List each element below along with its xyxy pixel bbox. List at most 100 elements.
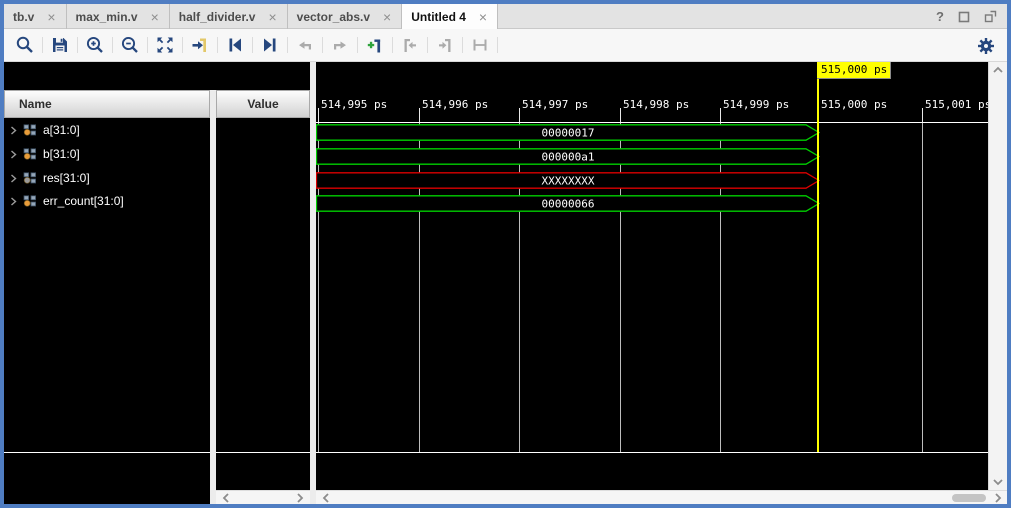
signal-value-panel: 00000017000000a1XXXXXXXX00000067 <box>216 62 310 504</box>
wave-bus-res[interactable]: XXXXXXXX <box>316 172 820 189</box>
previous-marker-icon <box>400 35 420 55</box>
signal-name-label: b[31:0] <box>43 147 80 161</box>
value-column-label: Value <box>247 97 278 111</box>
toolbar-save-wave-config-button[interactable] <box>43 32 76 58</box>
tick-mark <box>519 108 520 122</box>
gridline <box>922 122 923 452</box>
waveform-canvas[interactable]: 515,000 ps 514,995 ps 514,996 ps 514,997 p… <box>316 62 988 490</box>
tab-label: tb.v <box>13 10 34 24</box>
save-wave-config-icon <box>50 35 70 55</box>
tick-label: 514,996 ps <box>422 98 488 111</box>
tab-label: half_divider.v <box>179 10 256 24</box>
tab-half-divider-v[interactable]: half_divider.v × <box>170 4 288 29</box>
expand-chevron-icon[interactable] <box>10 174 17 183</box>
toolbar-swap-cursor-button[interactable] <box>288 32 321 58</box>
window-controls: ? <box>936 4 997 29</box>
wave-horizontal-scrollbar[interactable] <box>316 490 988 504</box>
wave-bus-a[interactable]: 00000017 <box>316 124 820 141</box>
signal-name-label: a[31:0] <box>43 123 80 137</box>
wave-scroll-thumb[interactable] <box>952 494 986 502</box>
tab-label: Untitled 4 <box>411 10 466 24</box>
toolbar-previous-marker-button[interactable] <box>393 32 426 58</box>
toolbar-add-marker-button[interactable] <box>358 32 391 58</box>
value-column-header[interactable]: Value <box>216 90 310 118</box>
name-column-label: Name <box>19 97 52 111</box>
expand-chevron-icon[interactable] <box>10 150 17 159</box>
go-to-cursor-icon <box>190 35 210 55</box>
wave-bus-b[interactable]: 000000a1 <box>316 148 820 165</box>
tab-label: vector_abs.v <box>297 10 370 24</box>
signal-name-label: res[31:0] <box>43 171 90 185</box>
tab-max-min-v[interactable]: max_min.v× <box>67 4 170 29</box>
toolbar-find-button[interactable] <box>8 32 41 58</box>
toolbar-zoom-in-button[interactable] <box>78 32 111 58</box>
wave-scroll-left-icon[interactable] <box>322 493 330 503</box>
tick-label: 515,000 ps <box>821 98 887 111</box>
toolbar-icons <box>8 29 498 61</box>
tick-label: 514,995 ps <box>321 98 387 111</box>
next-transition-icon <box>260 35 280 55</box>
value-horizontal-scrollbar[interactable] <box>216 490 310 504</box>
help-icon[interactable]: ? <box>936 9 944 24</box>
tab-close-icon[interactable]: × <box>151 10 159 24</box>
add-marker-icon <box>365 35 385 55</box>
scroll-up-icon[interactable] <box>993 66 1003 74</box>
wave-scroll-right[interactable] <box>988 490 1007 504</box>
tick-mark <box>720 108 721 122</box>
tab-close-icon[interactable]: × <box>47 10 55 24</box>
zoom-fit-icon <box>155 35 175 55</box>
swap-markers-icon <box>470 35 490 55</box>
tick-label: 514,999 ps <box>723 98 789 111</box>
float-icon[interactable] <box>984 10 997 23</box>
tab-untitled-4[interactable]: Untitled 4 × <box>402 4 498 29</box>
signal-row-err_count[interactable]: err_count[31:0] <box>4 189 210 213</box>
svg-text:XXXXXXXX: XXXXXXXX <box>542 174 595 187</box>
toolbar-next-transition-button[interactable] <box>253 32 286 58</box>
toolbar-go-to-cursor-button[interactable] <box>183 32 216 58</box>
svg-text:00000066: 00000066 <box>542 198 595 211</box>
tab-close-icon[interactable]: × <box>479 10 487 24</box>
previous-transition-icon <box>225 35 245 55</box>
scroll-down-icon[interactable] <box>993 478 1003 486</box>
wave-scroll-right-icon[interactable] <box>994 493 1002 503</box>
toolbar-previous-transition-button[interactable] <box>218 32 251 58</box>
toolbar-next-marker-button[interactable] <box>428 32 461 58</box>
name-value-splitter[interactable] <box>210 90 216 504</box>
swap-cursor-icon <box>295 35 315 55</box>
name-panel-separator <box>4 452 210 453</box>
svg-text:00000017: 00000017 <box>542 126 595 139</box>
tick-mark <box>318 108 319 122</box>
expand-chevron-icon[interactable] <box>10 126 17 135</box>
toolbar-zoom-out-button[interactable] <box>113 32 146 58</box>
toolbar-zoom-fit-button[interactable] <box>148 32 181 58</box>
ruler-baseline <box>316 122 988 123</box>
toolbar-separator <box>497 37 498 53</box>
wave-toolbar <box>4 29 1007 62</box>
bus-icon <box>23 195 37 207</box>
tab-tb-v[interactable]: tb.v × <box>4 4 67 29</box>
tab-close-icon[interactable]: × <box>383 10 391 24</box>
gear-icon <box>976 36 996 56</box>
bus-icon <box>23 124 37 136</box>
tick-label: 514,997 ps <box>522 98 588 111</box>
expand-chevron-icon[interactable] <box>10 197 17 206</box>
vertical-scrollbar[interactable] <box>988 62 1007 490</box>
tab-vector-abs-v[interactable]: vector_abs.v × <box>288 4 403 29</box>
toolbar-move-cursor-button[interactable] <box>323 32 356 58</box>
maximize-icon[interactable] <box>958 11 970 23</box>
value-scroll-left-icon[interactable] <box>222 493 230 503</box>
time-cursor-line[interactable] <box>817 79 819 452</box>
vivado-wave-window: tb.v×max_min.v×half_divider.v×vector_abs… <box>0 0 1011 508</box>
signal-row-a[interactable]: a[31:0] <box>4 118 210 142</box>
signal-row-res[interactable]: res[31:0] <box>4 166 210 190</box>
value-scroll-right-icon[interactable] <box>296 493 304 503</box>
signal-row-b[interactable]: b[31:0] <box>4 142 210 166</box>
tick-label: 515,001 ps <box>925 98 988 111</box>
name-column-header[interactable]: Name <box>4 90 210 118</box>
toolbar-swap-markers-button[interactable] <box>463 32 496 58</box>
wave-bus-err_count[interactable]: 00000066 <box>316 195 820 212</box>
settings-gear-button[interactable] <box>973 33 999 59</box>
tab-close-icon[interactable]: × <box>268 10 276 24</box>
value-panel-separator <box>216 452 310 453</box>
next-marker-icon <box>435 35 455 55</box>
